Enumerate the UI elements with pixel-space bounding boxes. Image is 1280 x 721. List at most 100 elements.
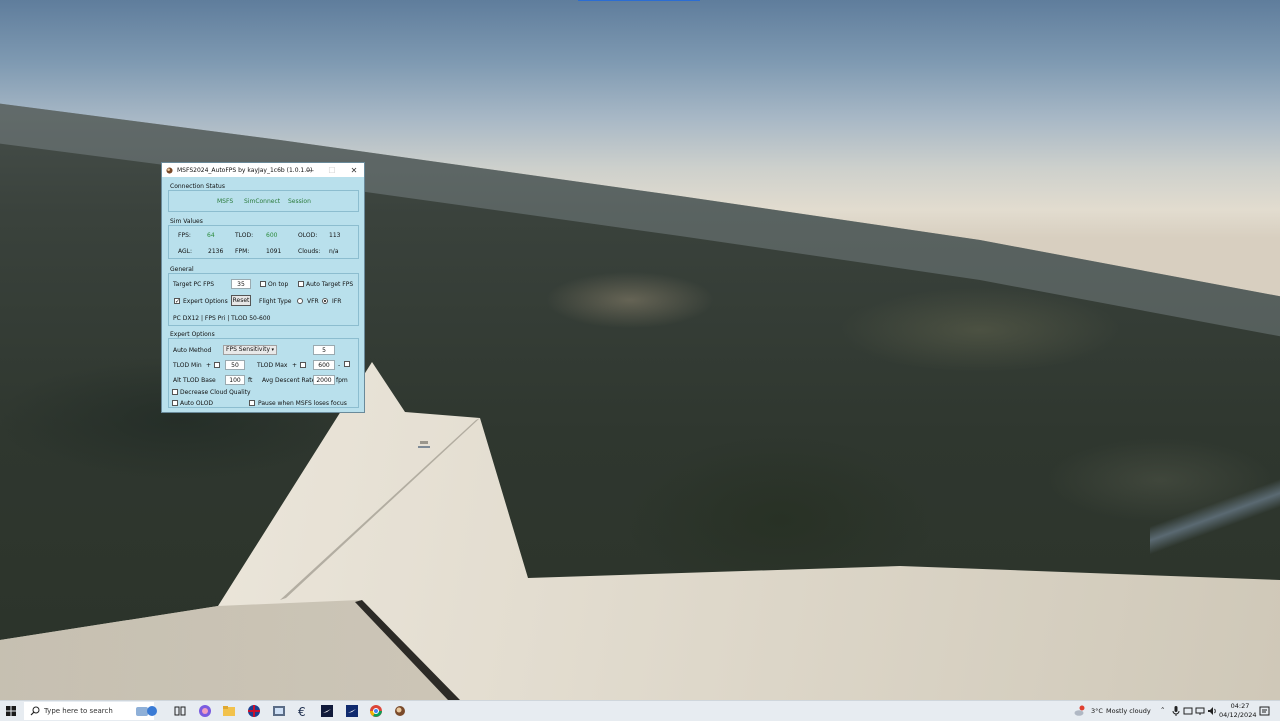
fpm-value: 1091: [266, 248, 282, 255]
clock-date[interactable]: 04/12/2024: [1219, 711, 1256, 719]
euro-icon[interactable]: €: [296, 704, 310, 718]
tlod-min-input[interactable]: 50: [225, 360, 245, 370]
olod-value: 113: [329, 232, 341, 239]
uk-flag-icon[interactable]: [247, 704, 261, 718]
notifications-icon[interactable]: [1259, 704, 1271, 718]
weather-icon[interactable]: [1074, 704, 1086, 718]
tlod-max-label: TLOD Max: [257, 362, 288, 369]
simconnect-status: SimConnect: [244, 198, 281, 205]
decrease-cloud-checkbox[interactable]: [172, 389, 178, 395]
tlod-min-checkbox[interactable]: [214, 362, 220, 368]
auto-method-dropdown[interactable]: FPS Sensitivity ▾: [223, 345, 277, 355]
microphone-icon[interactable]: [1172, 704, 1180, 718]
tlod-label: TLOD:: [235, 232, 254, 239]
auto-target-fps-label: Auto Target FPS: [306, 281, 354, 288]
search-highlight-icon[interactable]: [134, 704, 158, 718]
agl-label: AGL:: [178, 248, 193, 255]
avg-descent-unit: fpm: [336, 377, 348, 384]
tlod-min-plus: +: [206, 362, 212, 369]
ifr-radio[interactable]: [322, 298, 328, 304]
app-icon: [166, 166, 173, 174]
wing-light-icon: [418, 441, 430, 448]
msfs-icon[interactable]: [320, 704, 334, 718]
vfr-radio[interactable]: [297, 298, 303, 304]
session-status: Session: [288, 198, 311, 205]
autofps-taskbar-icon[interactable]: [393, 704, 407, 718]
auto-target-fps-checkbox[interactable]: [298, 281, 304, 287]
agl-value: 2136: [208, 248, 224, 255]
river: [1150, 470, 1280, 560]
tlod-value: 600: [266, 232, 278, 239]
tlod-min-label: TLOD Min: [173, 362, 202, 369]
clouds-value: n/a: [329, 248, 339, 255]
tray-app-icon[interactable]: [1183, 704, 1193, 718]
tlod-max-plus: +: [292, 362, 298, 369]
on-top-label: On top: [268, 281, 289, 288]
general-title: General: [170, 266, 194, 273]
profile-status-line: PC DX12 | FPS Pri | TLOD 50-600: [173, 315, 271, 322]
on-top-checkbox[interactable]: [260, 281, 266, 287]
tlod-max-minus: -: [338, 362, 341, 369]
app-window-icon[interactable]: [272, 704, 286, 718]
pause-focus-checkbox[interactable]: [249, 400, 255, 406]
weather-temp: 3°C: [1091, 707, 1103, 715]
network-icon[interactable]: [1195, 704, 1205, 718]
avg-descent-label: Avg Descent Rate: [262, 377, 316, 384]
auto-olod-label: Auto OLOD: [180, 400, 214, 407]
avg-descent-input[interactable]: 2000: [313, 375, 335, 385]
close-button[interactable]: ✕: [343, 163, 365, 177]
olod-label: OLOD:: [298, 232, 318, 239]
volume-icon[interactable]: [1207, 704, 1217, 718]
pause-focus-label: Pause when MSFS loses focus: [258, 400, 347, 407]
decrease-cloud-label: Decrease Cloud Quality: [180, 389, 251, 396]
ifr-label: IFR: [332, 298, 342, 305]
minimize-button[interactable]: —: [299, 163, 321, 177]
file-explorer-icon[interactable]: [222, 704, 236, 718]
fpm-label: FPM:: [235, 248, 250, 255]
chevron-down-icon: ▾: [271, 347, 274, 353]
alt-tlod-base-unit: ft: [248, 377, 253, 384]
connection-status-title: Connection Status: [170, 183, 225, 190]
target-fps-label: Target PC FPS: [173, 281, 215, 288]
expert-options-group: Auto Method FPS Sensitivity ▾ 5 TLOD Min…: [168, 338, 359, 408]
alt-tlod-base-input[interactable]: 100: [225, 375, 245, 385]
task-view-icon[interactable]: [174, 704, 186, 718]
fps-label: FPS:: [178, 232, 191, 239]
search-placeholder: Type here to search: [44, 707, 113, 715]
tray-chevron-up-icon[interactable]: ⌃: [1160, 706, 1165, 714]
maximize-button[interactable]: ☐: [321, 163, 343, 177]
target-fps-input[interactable]: 35: [231, 279, 251, 289]
clouds-label: Clouds:: [298, 248, 321, 255]
sim-values-group: FPS: 64 TLOD: 600 OLOD: 113 AGL: 2136 FP…: [168, 225, 359, 259]
chrome-icon[interactable]: [369, 704, 383, 718]
flight-type-label: Flight Type: [259, 298, 292, 305]
windows-start-icon[interactable]: [5, 704, 17, 718]
vfr-label: VFR: [307, 298, 319, 305]
window-title: MSFS2024_AutoFPS by kayJay_1c6b (1.0.1.0…: [177, 166, 313, 174]
autofps-window[interactable]: MSFS2024_AutoFPS by kayJay_1c6b (1.0.1.0…: [161, 162, 365, 413]
sim-values-title: Sim Values: [170, 218, 203, 225]
tlod-max-checkbox[interactable]: [300, 362, 306, 368]
tlod-max-extra-checkbox[interactable]: [344, 361, 350, 367]
tlod-max-input[interactable]: 600: [313, 360, 335, 370]
reset-button[interactable]: Reset: [231, 295, 251, 306]
weather-desc: Mostly cloudy: [1106, 707, 1151, 715]
auto-method-label: Auto Method: [173, 347, 212, 354]
copilot-icon[interactable]: [198, 704, 212, 718]
alt-tlod-base-label: Alt TLOD Base: [173, 377, 216, 384]
clock-time[interactable]: 04:27: [1228, 702, 1252, 710]
auto-method-value: FPS Sensitivity: [226, 346, 271, 353]
svg-text:€: €: [298, 705, 306, 718]
search-icon: [30, 706, 40, 716]
expert-options-title: Expert Options: [170, 331, 215, 338]
top-accent-bar: [578, 0, 700, 1]
expert-options-label: Expert Options: [183, 298, 228, 305]
expert-options-checkbox[interactable]: ✓: [174, 298, 180, 305]
general-group: Target PC FPS 35 On top Auto Target FPS …: [168, 273, 359, 326]
fps-value: 64: [207, 232, 215, 239]
connection-status-group: MSFS SimConnect Session: [168, 190, 359, 212]
auto-olod-checkbox[interactable]: [172, 400, 178, 406]
msfs-status: MSFS: [217, 198, 234, 205]
sensitivity-input[interactable]: 5: [313, 345, 335, 355]
msfs2024-icon[interactable]: [345, 704, 359, 718]
